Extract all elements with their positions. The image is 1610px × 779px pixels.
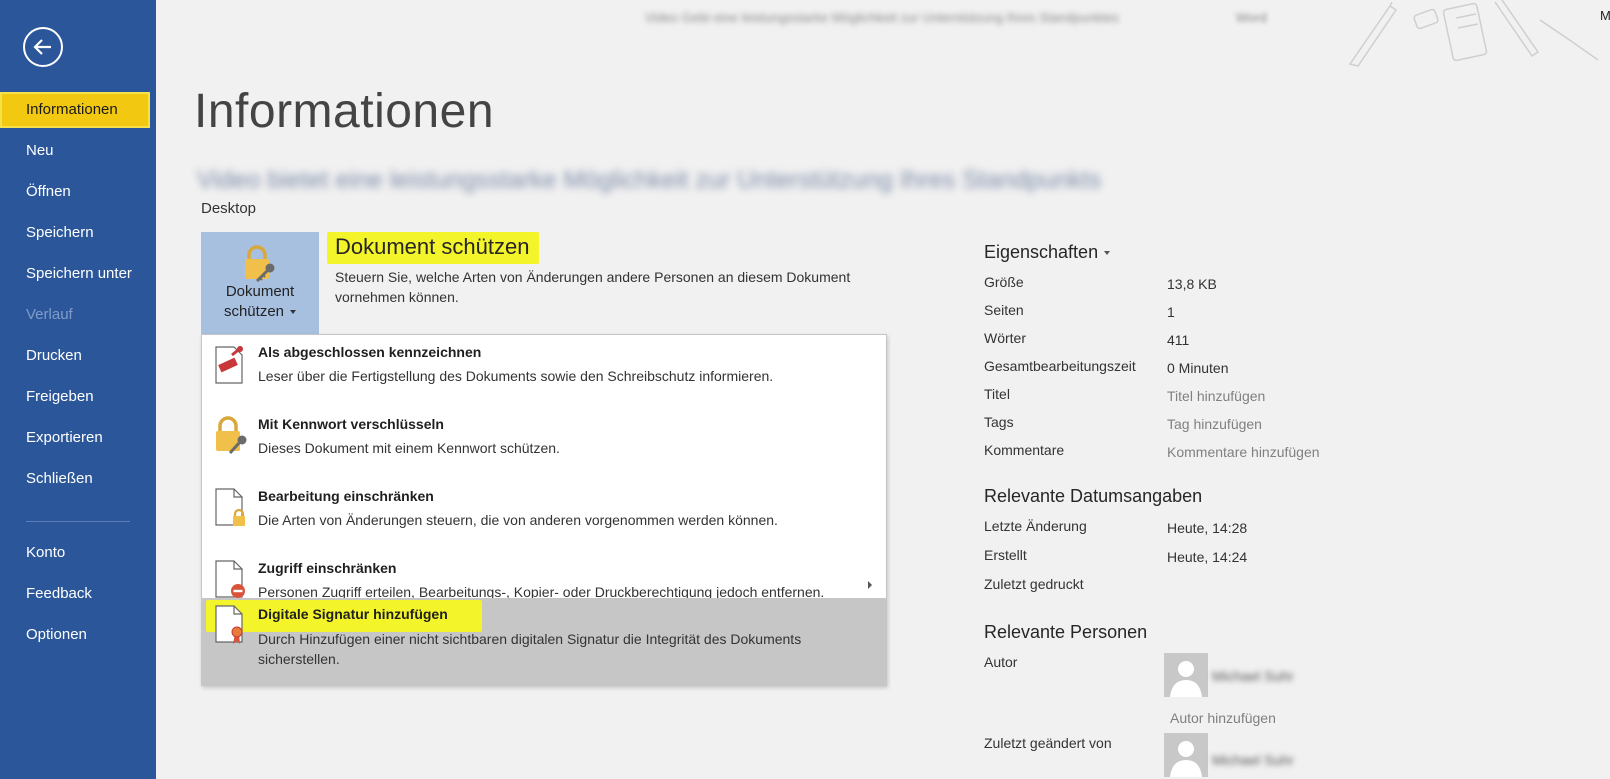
nav-informationen[interactable]: Informationen <box>0 92 150 128</box>
nav-neu[interactable]: Neu <box>0 133 156 169</box>
dates-heading: Relevante Datumsangaben <box>984 486 1203 506</box>
properties-heading-text: Eigenschaften <box>984 242 1099 262</box>
last-modified-by-label: Zuletzt geändert von <box>984 735 1112 751</box>
prop-value-size: 13,8 KB <box>1167 276 1217 292</box>
prop-value-pages: 1 <box>1167 304 1175 320</box>
protect-button-line1: Dokument <box>225 283 295 300</box>
page-title: Informationen <box>194 85 495 138</box>
author-label: Autor <box>984 654 1018 670</box>
nav-exportieren[interactable]: Exportieren <box>0 420 156 456</box>
window-title: Video Gebt eine leistungsstarke Möglichk… <box>645 10 1119 25</box>
last-modified-avatar[interactable] <box>1164 733 1208 777</box>
prop-tags-field[interactable]: Tag hinzufügen <box>1167 416 1262 432</box>
date-label-printed: Zuletzt gedruckt <box>984 576 1084 592</box>
nav-konto[interactable]: Konto <box>0 535 156 571</box>
prop-comments-field[interactable]: Kommentare hinzufügen <box>1167 444 1320 460</box>
nav-feedback[interactable]: Feedback <box>0 576 156 612</box>
properties-heading[interactable]: Eigenschaften <box>984 242 1111 263</box>
nav-divider <box>26 521 130 522</box>
protect-button-line2-text: schützen <box>223 303 285 320</box>
add-author-link[interactable]: Autor hinzufügen <box>1170 710 1276 726</box>
menu-item-description: Die Arten von Änderungen steuern, die vo… <box>258 512 778 528</box>
nav-verlauf: Verlauf <box>26 306 73 323</box>
titlebar-decoration-icon <box>1348 0 1599 67</box>
protect-dropdown-menu: Als abgeschlossen kennzeichnen Leser übe… <box>201 334 887 686</box>
menu-item-mark-final[interactable]: Als abgeschlossen kennzeichnen Leser übe… <box>202 335 886 407</box>
document-block-icon <box>215 560 245 598</box>
nav-speichern[interactable]: Speichern <box>0 215 156 251</box>
date-label-created: Erstellt <box>984 547 1027 563</box>
document-ribbon-icon <box>215 605 243 644</box>
section-description: Steuern Sie, welche Arten von Änderungen… <box>335 269 851 305</box>
menu-item-title: Mit Kennwort verschlüsseln <box>258 416 444 432</box>
protect-button-label: Dokument schützen <box>201 282 319 322</box>
window-app-name: Word <box>1236 10 1267 25</box>
nav-drucken[interactable]: Drucken <box>0 338 156 374</box>
prop-label-editing-time: Gesamtbearbeitungszeit <box>984 358 1136 374</box>
menu-item-description: Dieses Dokument mit einem Kennwort schüt… <box>258 440 560 456</box>
menu-item-description: Leser über die Fertigstellung des Dokume… <box>258 368 774 384</box>
date-label-modified: Letzte Änderung <box>984 518 1087 534</box>
lock-key-icon <box>245 245 275 282</box>
prop-value-words: 411 <box>1167 332 1190 348</box>
menu-item-digital-signature[interactable]: Digitale Signatur hinzufügen Durch Hinzu… <box>202 598 886 685</box>
nav-freigeben[interactable]: Freigeben <box>0 379 156 415</box>
last-modified-name: Michael Suhr <box>1212 752 1294 768</box>
menu-item-title: Bearbeitung einschränken <box>258 488 434 504</box>
date-value-modified: Heute, 14:28 <box>1167 520 1248 536</box>
prop-title-field[interactable]: Titel hinzufügen <box>1167 388 1265 404</box>
prop-label-comments: Kommentare <box>984 442 1065 458</box>
prop-label-pages: Seiten <box>984 302 1024 318</box>
prop-label-tags: Tags <box>984 414 1014 430</box>
lock-key-icon <box>216 416 247 455</box>
person-icon <box>1170 661 1202 697</box>
menu-item-title: Digitale Signatur hinzufügen <box>258 606 448 622</box>
document-name: Video bietet eine leistungsstarke Möglic… <box>197 166 1102 194</box>
mark-final-icon <box>215 345 243 384</box>
nav-speichern-unter[interactable]: Speichern unter <box>0 256 156 292</box>
window-corner-letter: M <box>1600 8 1610 23</box>
protect-document-button[interactable]: Dokument schützen <box>201 232 319 334</box>
menu-item-encrypt-password[interactable]: Mit Kennwort verschlüsseln Dieses Dokume… <box>202 407 886 479</box>
menu-item-title: Als abgeschlossen kennzeichnen <box>258 344 482 360</box>
person-icon <box>1170 741 1202 777</box>
document-lock-icon <box>215 488 245 526</box>
menu-item-title: Zugriff einschränken <box>258 560 397 576</box>
author-name: Michael Suhr <box>1212 668 1294 684</box>
chevron-down-icon <box>290 310 297 315</box>
chevron-down-icon <box>1104 251 1111 256</box>
chevron-right-icon <box>868 581 872 589</box>
prop-label-title: Titel <box>984 386 1010 402</box>
backstage-sidebar: Informationen Neu Öffnen Speichern Speic… <box>0 0 156 779</box>
menu-item-description: Durch Hinzufügen einer nicht sichtbaren … <box>258 631 802 667</box>
people-heading: Relevante Personen <box>984 622 1148 642</box>
author-avatar[interactable] <box>1164 653 1208 697</box>
prop-label-size: Größe <box>984 274 1024 290</box>
nav-oeffnen[interactable]: Öffnen <box>0 174 156 210</box>
prop-value-editing-time: 0 Minuten <box>1167 360 1229 376</box>
prop-label-words: Wörter <box>984 330 1026 346</box>
nav-schliessen[interactable]: Schließen <box>0 461 156 497</box>
document-location[interactable]: Desktop <box>201 200 256 217</box>
date-value-created: Heute, 14:24 <box>1167 549 1248 565</box>
protect-button-line2: schützen <box>201 302 319 322</box>
section-heading: Dokument schützen <box>327 232 540 264</box>
menu-item-restrict-editing[interactable]: Bearbeitung einschränken Die Arten von Ä… <box>202 479 886 551</box>
back-arrow-icon <box>33 39 51 55</box>
back-button[interactable] <box>23 27 63 67</box>
nav-optionen[interactable]: Optionen <box>0 617 156 653</box>
